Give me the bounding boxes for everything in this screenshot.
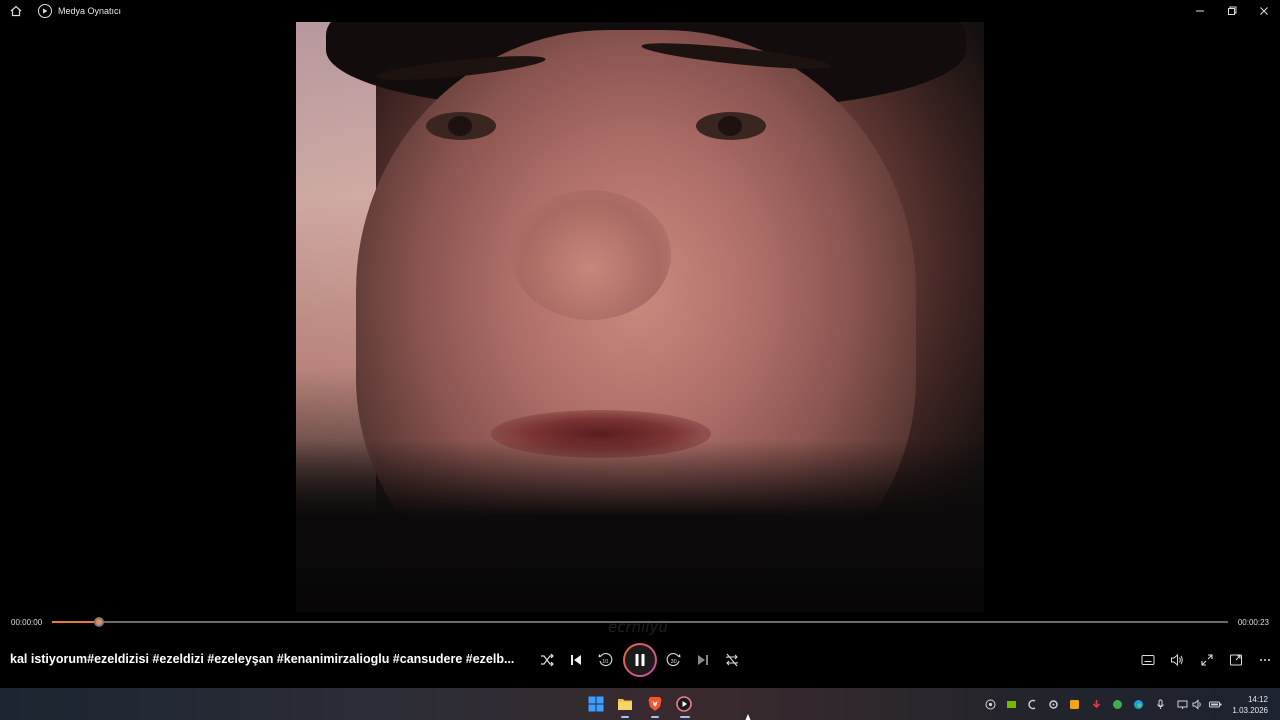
tray-xbox[interactable] [1110,697,1124,711]
xbox-icon [1112,699,1122,709]
tray-network[interactable] [1175,697,1189,711]
window-title: Medya Oynatıcı [58,6,122,16]
clock-time: 14:12 [1247,695,1268,704]
close-icon [1260,7,1268,15]
seek-track[interactable] [52,617,1228,627]
more-icon [1260,659,1270,661]
rewind-button[interactable]: 10 [593,648,617,672]
media-player-taskbar-button[interactable] [674,694,694,714]
tray-nvidia[interactable] [1004,697,1018,711]
pause-button[interactable] [623,643,657,677]
previous-icon [571,655,581,665]
download-icon [1092,699,1100,708]
captions-button[interactable] [1136,648,1160,672]
tray-app[interactable] [1025,697,1039,711]
tray-microphone[interactable] [1153,697,1167,711]
edge-icon [1133,699,1143,709]
windows-start-icon [588,696,604,712]
current-time: 00:00:00 [11,618,43,627]
forward-30-icon: 30 [666,653,681,667]
file-explorer-button[interactable] [615,694,635,714]
captions-icon [1141,655,1155,665]
seek-thumb[interactable] [94,617,105,627]
nvidia-icon [1006,700,1016,708]
battery-icon [1208,701,1221,707]
home-button[interactable] [0,0,32,22]
playback-controls: kal istiyorum#ezeldizisi #ezeldizi #ezel… [0,640,1280,680]
restore-icon [1228,6,1237,15]
clock-date: 1.03.2026 [1232,706,1268,715]
volume-button[interactable] [1165,648,1189,672]
volume-icon [1171,653,1183,667]
title-bar: Medya Oynatıcı [0,0,1280,22]
svg-text:10: 10 [602,659,608,665]
miniplayer-icon [1230,654,1242,666]
file-explorer-icon [618,699,632,710]
previous-button[interactable] [564,648,588,672]
forward-button[interactable]: 30 [662,648,686,672]
taskbar-clock[interactable]: 14:12 1.03.2026 [1232,694,1268,716]
media-player-icon [38,4,52,18]
network-icon [1177,700,1187,709]
repeat-button[interactable] [720,648,744,672]
minimize-icon [1196,10,1204,12]
fullscreen-icon [1201,654,1213,666]
tray-settings[interactable] [1046,697,1060,711]
next-icon [698,655,708,665]
home-icon [10,5,22,17]
fullscreen-button[interactable] [1195,648,1219,672]
shuffle-button[interactable] [535,648,559,672]
media-title: kal istiyorum#ezeldizisi #ezeldizi #ezel… [10,652,515,666]
speaker-icon [1192,698,1201,710]
start-button[interactable] [586,694,606,714]
antivirus-icon [1069,699,1079,709]
tray-speaker[interactable] [1190,697,1204,711]
brave-browser-button[interactable] [645,694,665,714]
close-button[interactable] [1248,0,1280,22]
tray-steam[interactable] [983,697,997,711]
steam-icon [985,699,995,709]
rewind-10-icon: 10 [598,653,613,667]
seek-progress [52,621,100,623]
mouse-cursor [745,714,751,720]
pause-icon [635,654,645,666]
settings-icon [1048,699,1058,709]
tray-battery[interactable] [1208,697,1222,711]
brave-browser-icon [648,697,662,711]
next-button[interactable] [691,648,715,672]
tray-edge[interactable] [1131,697,1145,711]
duration-time: 00:00:23 [1237,618,1269,627]
video-frame[interactable] [296,0,984,612]
minimize-button[interactable] [1184,0,1216,22]
shuffle-icon [541,653,554,667]
tray-antivirus[interactable] [1067,697,1081,711]
more-button[interactable] [1253,648,1277,672]
miniplayer-button[interactable] [1224,648,1248,672]
taskbar: 14:12 1.03.2026 [0,688,1280,720]
app-icon [1027,699,1035,709]
microphone-icon [1156,699,1164,709]
seek-bar: 00:00:00 00:00:23 [0,610,1280,634]
repeat-off-icon [726,653,738,667]
restore-button[interactable] [1216,0,1248,22]
svg-text:30: 30 [671,659,677,665]
media-player-icon [676,696,692,712]
tray-download[interactable] [1089,697,1103,711]
